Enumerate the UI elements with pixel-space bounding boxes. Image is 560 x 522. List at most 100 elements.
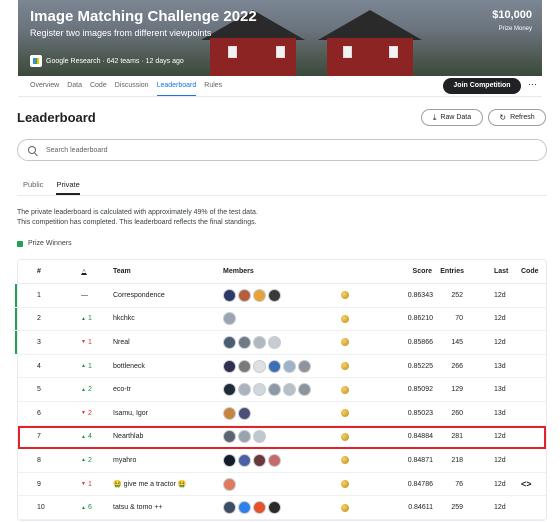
- avatar[interactable]: [253, 288, 266, 302]
- team-name[interactable]: Nearthlab: [113, 426, 143, 449]
- column-change[interactable]: [81, 260, 87, 283]
- team-name[interactable]: hkchkc: [113, 308, 135, 331]
- table-row[interactable]: 10 ▲ 6 tatsu & tomo ++ 0.84611 259 12d: [18, 496, 546, 520]
- rank-change: ▲ 6: [81, 496, 92, 519]
- table-row[interactable]: 3 ▼ 1 Nreal 0.85866 145 12d: [15, 331, 546, 355]
- tab-data[interactable]: Data: [67, 76, 82, 96]
- column-team[interactable]: Team: [113, 260, 131, 283]
- table-row[interactable]: 1 — Correspondence 0.86343 252 12d: [15, 284, 546, 308]
- avatar[interactable]: [253, 383, 266, 397]
- tab-leaderboard[interactable]: Leaderboard: [156, 76, 197, 96]
- avatar[interactable]: [238, 359, 251, 373]
- avatar[interactable]: [223, 288, 236, 302]
- avatar[interactable]: [283, 383, 296, 397]
- avatar[interactable]: [253, 430, 266, 444]
- team-name[interactable]: bottleneck: [113, 355, 145, 378]
- more-options-icon[interactable]: ···: [528, 79, 537, 89]
- tab-divider: [18, 96, 542, 97]
- table-row[interactable]: 4 ▲ 1 bottleneck 0.85225 266 13d: [18, 355, 546, 379]
- team-name[interactable]: Nreal: [113, 331, 130, 354]
- tab-discussion[interactable]: Discussion: [115, 76, 149, 96]
- avatar[interactable]: [223, 406, 236, 420]
- column-score[interactable]: Score: [388, 260, 432, 283]
- search-input[interactable]: Search leaderboard: [17, 139, 547, 161]
- tab-private[interactable]: Private: [56, 180, 80, 195]
- column-entries[interactable]: Entries: [434, 260, 464, 283]
- avatar[interactable]: [283, 359, 296, 373]
- column-rank[interactable]: #: [37, 260, 41, 283]
- table-row[interactable]: 8 ▲ 2 myahro 0.84871 218 12d: [18, 449, 546, 473]
- avatar[interactable]: [238, 383, 251, 397]
- avatar[interactable]: [238, 288, 251, 302]
- table-row[interactable]: 6 ▼ 2 Isamu, Igor 0.85023 260 13d: [18, 402, 546, 426]
- avatar[interactable]: [253, 453, 266, 467]
- avatar[interactable]: [238, 501, 251, 515]
- table-row[interactable]: 5 ▲ 2 eco-tr 0.85092 129 13d: [18, 378, 546, 402]
- avatar[interactable]: [223, 359, 236, 373]
- tab-public[interactable]: Public: [23, 180, 43, 195]
- host-name[interactable]: Google Research: [46, 58, 100, 65]
- members-list: [223, 355, 313, 378]
- avatar[interactable]: [268, 501, 281, 515]
- entries: 252: [451, 291, 463, 299]
- avatar[interactable]: [223, 453, 236, 467]
- table-row[interactable]: 2 ▲ 1 hkchkc 0.86210 70 12d: [15, 307, 546, 332]
- score: 0.84884: [407, 433, 433, 441]
- avatar[interactable]: [268, 359, 281, 373]
- tab-code[interactable]: Code: [90, 76, 107, 96]
- avatar[interactable]: [238, 335, 251, 349]
- rank-change-value: 1: [87, 362, 92, 370]
- prize-indicator-icon: [17, 240, 23, 247]
- raw-data-button[interactable]: ⤓ Raw Data: [421, 109, 483, 126]
- last-submission: 12d: [494, 433, 506, 441]
- table-row[interactable]: 7 ▲ 4 Nearthlab 0.84884 281 12d: [18, 425, 546, 450]
- tab-overview[interactable]: Overview: [30, 76, 59, 96]
- avatar[interactable]: [238, 453, 251, 467]
- avatar[interactable]: [298, 359, 311, 373]
- avatar[interactable]: [223, 383, 236, 397]
- members-list: [223, 473, 238, 496]
- team-name[interactable]: tatsu & tomo ++: [113, 496, 162, 519]
- entries: 70: [455, 315, 463, 323]
- google-research-logo: [30, 55, 42, 67]
- avatar[interactable]: [223, 477, 236, 491]
- join-competition-button[interactable]: Join Competition: [443, 78, 521, 94]
- avatar[interactable]: [223, 430, 236, 444]
- medal-icon: [341, 473, 349, 496]
- avatar[interactable]: [268, 288, 281, 302]
- members-list: [223, 402, 253, 425]
- rank: 9: [37, 480, 41, 488]
- column-last[interactable]: Last: [494, 260, 508, 283]
- team-name[interactable]: Isamu, Igor: [113, 402, 148, 425]
- avatar[interactable]: [268, 453, 281, 467]
- competition-subtitle: Register two images from different viewp…: [30, 28, 212, 38]
- avatar[interactable]: [238, 430, 251, 444]
- avatar[interactable]: [223, 501, 236, 515]
- refresh-button[interactable]: ↻ Refresh: [488, 109, 546, 126]
- avatar[interactable]: [268, 335, 281, 349]
- avatar[interactable]: [253, 501, 266, 515]
- medal-icon: [341, 331, 349, 354]
- team-name[interactable]: Correspondence: [113, 284, 165, 307]
- avatar[interactable]: [223, 335, 236, 349]
- avatar[interactable]: [268, 383, 281, 397]
- team-name[interactable]: myahro: [113, 449, 136, 472]
- search-placeholder: Search leaderboard: [46, 146, 108, 154]
- medal-icon: [341, 426, 349, 449]
- rank-change-value: 2: [87, 409, 92, 417]
- team-name[interactable]: 🤮 give me a tractor 🤮: [113, 473, 186, 496]
- score: 0.84786: [407, 480, 433, 488]
- arrow-up-icon: ▲: [81, 363, 86, 370]
- table-row[interactable]: 9 ▼ 1 🤮 give me a tractor 🤮 0.84786 76 12d <>: [18, 473, 546, 497]
- avatar[interactable]: [253, 359, 266, 373]
- gold-medal-icon: [341, 314, 349, 323]
- code-icon[interactable]: <>: [521, 473, 532, 496]
- tab-rules[interactable]: Rules: [204, 76, 222, 96]
- avatar[interactable]: [223, 312, 236, 326]
- rank-change-value: 6: [87, 504, 92, 512]
- avatar[interactable]: [253, 335, 266, 349]
- members-list: [223, 449, 283, 472]
- team-name[interactable]: eco-tr: [113, 378, 131, 401]
- avatar[interactable]: [298, 383, 311, 397]
- avatar[interactable]: [238, 406, 251, 420]
